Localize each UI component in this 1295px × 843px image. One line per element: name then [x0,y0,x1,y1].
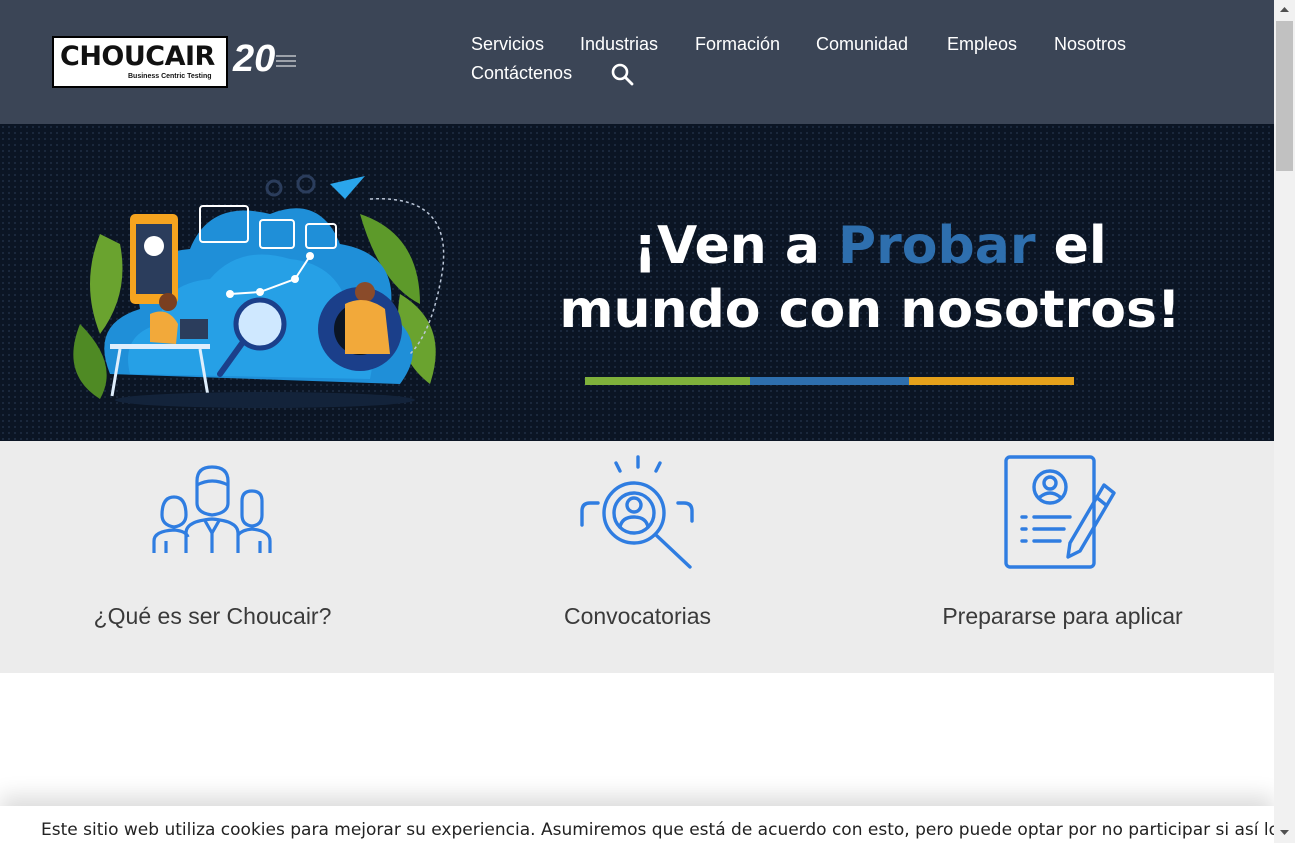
scrollbar-thumb[interactable] [1276,21,1293,171]
search-icon[interactable] [610,62,634,86]
hero-illustration [73,174,445,408]
card-label: Convocatorias [563,603,712,629]
site-header: CHOUCAIR Business Centric Testing 20 Ser… [0,0,1274,124]
team-icon [152,465,272,553]
cookie-banner: Este sitio web utiliza cookies para mejo… [0,806,1279,843]
anniversary-swoosh-icon [276,55,296,67]
hero-color-bar [585,377,1074,385]
nav-comunidad[interactable]: Comunidad [816,34,908,55]
card-prepararse-para-aplicar[interactable]: Prepararse para aplicar [850,441,1275,673]
hero-title-part1: ¡Ven a [633,216,839,276]
hero-title: ¡Ven a Probar el mundo con nosotros! [520,214,1220,342]
cookie-text: Este sitio web utiliza cookies para mejo… [41,820,1280,840]
nav-formacion[interactable]: Formación [695,34,780,55]
card-label: Prepararse para aplicar [942,603,1183,629]
nav-nosotros[interactable]: Nosotros [1054,34,1126,55]
feature-cards: ¿Qué es ser Choucair? Convocatorias Prep… [0,441,1274,673]
card-convocatorias[interactable]: Convocatorias [425,441,850,673]
nav-empleos[interactable]: Empleos [947,34,1017,55]
resume-form-icon [1004,455,1116,569]
scroll-down-arrow-icon[interactable] [1274,822,1295,842]
logo-text: CHOUCAIR [60,41,215,72]
search-candidate-icon [580,455,694,569]
nav-servicios[interactable]: Servicios [471,34,544,55]
hero-bar-green [585,377,750,385]
anniversary-badge: 20 [233,38,276,80]
card-que-es-ser-choucair[interactable]: ¿Qué es ser Choucair? [0,441,425,673]
vertical-scrollbar[interactable] [1274,0,1295,843]
hero-bar-orange [909,377,1074,385]
logo-tagline: Business Centric Testing [128,73,212,80]
hero-title-line2: mundo con nosotros! [559,280,1181,340]
hero-title-accent: Probar [838,216,1036,276]
logo-box: CHOUCAIR Business Centric Testing [52,36,228,88]
nav-contactenos[interactable]: Contáctenos [471,63,572,84]
hero-banner: ¡Ven a Probar el mundo con nosotros! [0,124,1274,441]
choucair-logo[interactable]: CHOUCAIR Business Centric Testing 20 [52,36,302,92]
hero-bar-blue [750,377,909,385]
scroll-up-arrow-icon[interactable] [1274,0,1295,20]
nav-industrias[interactable]: Industrias [580,34,658,55]
hero-title-part2: el [1035,216,1107,276]
card-label: ¿Qué es ser Choucair? [93,603,332,629]
